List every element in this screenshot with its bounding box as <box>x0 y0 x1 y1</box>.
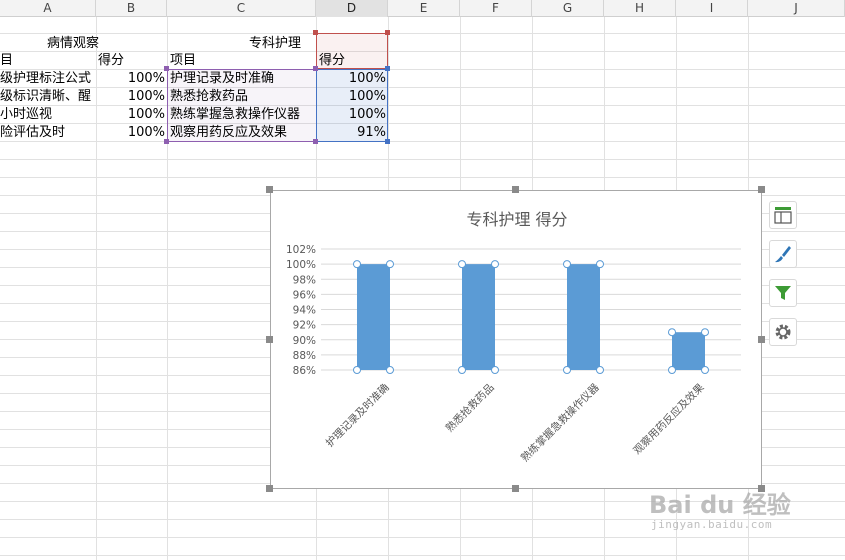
resize-handle[interactable] <box>266 485 273 492</box>
cell-left-item[interactable]: 级护理标注公式 <box>0 70 95 88</box>
y-tick-label: 86% <box>293 365 316 377</box>
bar-selection-handle <box>563 366 571 374</box>
bar-selection-handle <box>458 366 466 374</box>
bar <box>462 264 495 370</box>
bar-selection-handle <box>596 260 604 269</box>
chart-settings-button[interactable] <box>769 318 797 346</box>
column-header-i[interactable]: I <box>676 0 748 17</box>
bar-selection-handle <box>596 366 604 374</box>
column-header-b[interactable]: B <box>96 0 167 17</box>
resize-handle[interactable] <box>512 186 519 193</box>
x-tick-label: 熟练掌握急救操作仪器 <box>518 381 602 465</box>
chart-filter-icon <box>775 286 791 300</box>
chart-elements-icon <box>774 207 792 224</box>
bar-selection-handle <box>458 260 466 269</box>
bar <box>672 332 705 370</box>
chart-style-button[interactable] <box>769 240 797 268</box>
column-header-f[interactable]: F <box>460 0 532 17</box>
chart-filter-button[interactable] <box>769 279 797 307</box>
watermark-url: jingyan.baidu.com <box>651 518 773 531</box>
cell-left-score[interactable]: 100% <box>96 124 167 142</box>
cell-left-score[interactable]: 100% <box>96 88 167 106</box>
cell-right-header-score[interactable]: 得分 <box>319 52 387 70</box>
column-header-j[interactable]: J <box>748 0 845 17</box>
x-tick-label: 熟悉抢救药品 <box>443 381 497 435</box>
y-tick-label: 88% <box>293 350 316 362</box>
cell-left-score[interactable]: 100% <box>96 70 167 88</box>
cell-left-header-score[interactable]: 得分 <box>98 52 166 70</box>
resize-handle[interactable] <box>266 336 273 343</box>
bar-selection-handle <box>701 366 709 374</box>
column-header-h[interactable]: H <box>604 0 676 17</box>
column-header-a[interactable]: A <box>0 0 96 17</box>
cell-left-item[interactable]: 险评估及时 <box>0 124 95 142</box>
y-tick-label: 102% <box>286 244 316 256</box>
cell-right-score[interactable]: 100% <box>316 88 388 106</box>
cell-right-title[interactable]: 专科护理 <box>249 35 315 53</box>
y-tick-label: 92% <box>293 320 316 332</box>
bar-selection-handle <box>386 260 394 269</box>
x-tick-label: 观察用药反应及效果 <box>631 381 707 457</box>
cell-left-score[interactable]: 100% <box>96 106 167 124</box>
selection-handle[interactable] <box>385 30 390 35</box>
watermark-logo: Bai du 经验 <box>649 491 791 519</box>
y-tick-label: 90% <box>293 335 316 347</box>
column-header-bar: A B C D E F G H I J <box>0 0 845 17</box>
bar-selection-handle <box>353 366 361 374</box>
y-tick-label: 100% <box>286 259 316 271</box>
y-tick-label: 96% <box>293 289 316 301</box>
y-tick-label: 94% <box>293 305 316 317</box>
resize-handle[interactable] <box>266 186 273 193</box>
column-header-d[interactable]: D <box>316 0 388 17</box>
bar-selection-handle <box>701 328 709 337</box>
grid-line <box>0 159 845 160</box>
chart-settings-gear-icon <box>775 324 791 340</box>
chart-object[interactable]: 专科护理 得分 86% 88% 90% 92% 94% 96% 98% 100% 102% 护理记录… <box>270 190 762 489</box>
column-header-e[interactable]: E <box>388 0 460 17</box>
chart-title: 专科护理 得分 <box>466 210 567 229</box>
cell-right-score[interactable]: 100% <box>316 70 388 88</box>
bar-selection-handle <box>491 260 499 269</box>
y-tick-label: 98% <box>293 274 316 286</box>
bar <box>357 264 390 370</box>
grid-line <box>0 177 845 178</box>
cell-left-item[interactable]: 级标识清晰、醒 <box>0 88 95 106</box>
bar-selection-handle <box>668 328 676 337</box>
cell-left-header-item[interactable]: 目 <box>0 52 94 70</box>
resize-handle[interactable] <box>758 336 765 343</box>
cell-left-title[interactable]: 病情观察 <box>0 35 146 53</box>
bar-chart: 专科护理 得分 86% 88% 90% 92% 94% 96% 98% 100% 102% 护理记录… <box>286 210 741 465</box>
cell-right-item[interactable]: 熟练掌握急救操作仪器 <box>170 106 316 124</box>
cell-right-item[interactable]: 熟悉抢救药品 <box>170 88 316 106</box>
column-header-g[interactable]: G <box>532 0 604 17</box>
resize-handle[interactable] <box>758 186 765 193</box>
chart-style-brush-icon <box>775 246 791 263</box>
cell-right-item[interactable]: 护理记录及时准确 <box>170 70 316 88</box>
grid-line <box>0 555 845 556</box>
bar-selection-handle <box>353 260 361 269</box>
x-tick-label: 护理记录及时准确 <box>323 381 392 450</box>
grid-line <box>0 33 845 34</box>
bar-selection-handle <box>386 366 394 374</box>
cell-right-score[interactable]: 91% <box>316 124 388 142</box>
bar-selection-handle <box>563 260 571 269</box>
baidu-jingyan-watermark: Bai du 经验 jingyan.baidu.com <box>645 485 835 555</box>
bar-selection-handle <box>491 366 499 374</box>
bar <box>567 264 600 370</box>
cell-left-item[interactable]: 小时巡视 <box>0 106 95 124</box>
cell-right-score[interactable]: 100% <box>316 106 388 124</box>
resize-handle[interactable] <box>512 485 519 492</box>
chart-elements-button[interactable] <box>769 201 797 229</box>
column-header-c[interactable]: C <box>167 0 316 17</box>
cell-right-header-item[interactable]: 项目 <box>170 52 315 70</box>
bar-selection-handle <box>668 366 676 374</box>
cell-right-item[interactable]: 观察用药反应及效果 <box>170 124 316 142</box>
